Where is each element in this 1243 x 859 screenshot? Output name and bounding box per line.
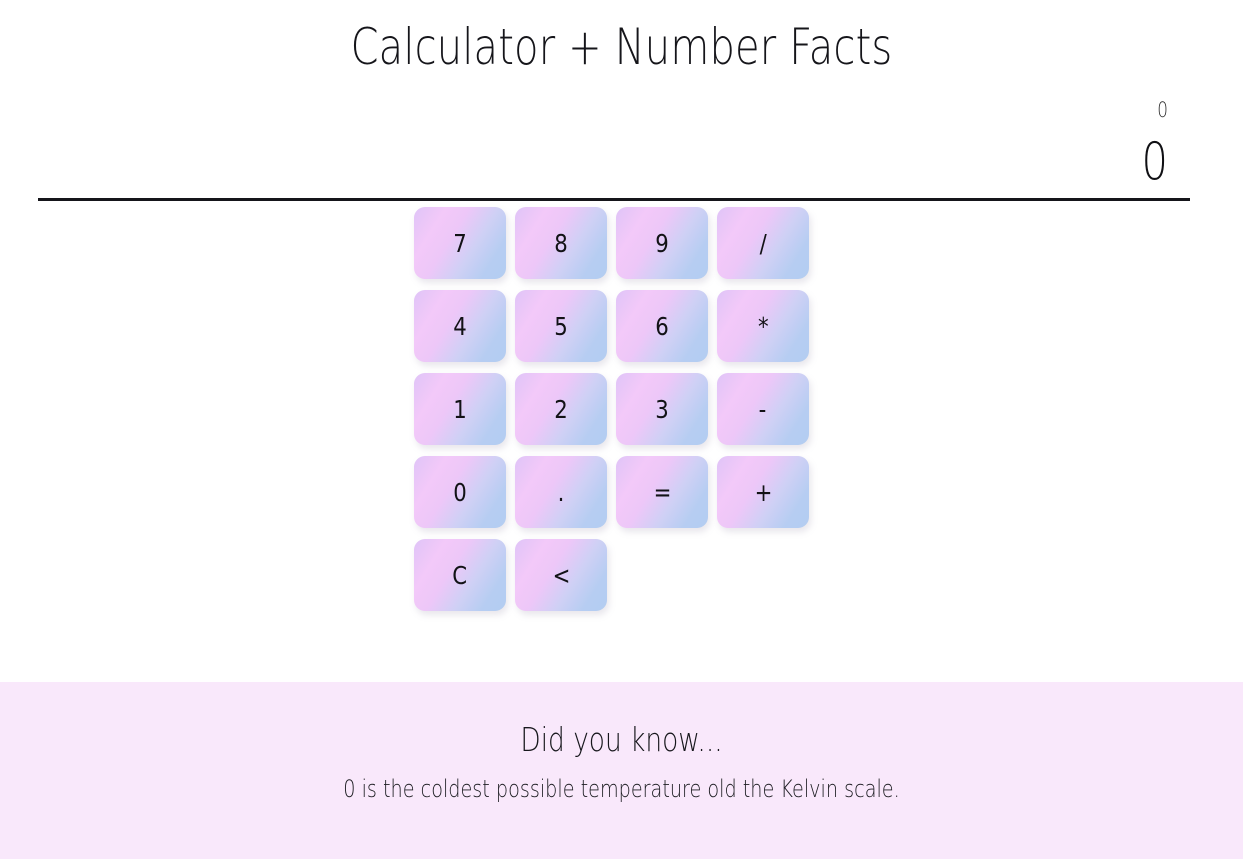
- key-label: 4: [453, 311, 467, 341]
- key-label: 6: [655, 311, 669, 341]
- fact-text: 0 is the coldest possible temperature ol…: [343, 774, 900, 803]
- number-fact-panel: Did you know... 0 is the coldest possibl…: [0, 682, 1243, 859]
- key-equals[interactable]: =: [616, 456, 708, 528]
- key-label: /: [759, 228, 767, 258]
- key-label: 2: [554, 394, 568, 424]
- calculator-keypad: 7 8 9 / 4 5 6 * 1 2 3 - 0. = + C <: [414, 207, 816, 611]
- key-digit[interactable]: 4: [414, 290, 506, 362]
- key-digit[interactable]: 9: [616, 207, 708, 279]
- key-label: +: [754, 477, 772, 507]
- key-label: 1: [453, 394, 467, 424]
- key-digit[interactable]: 7: [414, 207, 506, 279]
- key-digit[interactable]: 1: [414, 373, 506, 445]
- key-label: 7: [453, 228, 467, 258]
- key-backspace[interactable]: <: [515, 539, 607, 611]
- key-label: -: [759, 394, 767, 424]
- key-digit[interactable]: 8: [515, 207, 607, 279]
- key-digit[interactable]: 0: [414, 456, 506, 528]
- key-digit[interactable]: 2: [515, 373, 607, 445]
- key-digit[interactable]: 5: [515, 290, 607, 362]
- key-label: 9: [655, 228, 669, 258]
- page-title: Calculator + Number Facts: [350, 18, 893, 76]
- key-label: C: [452, 560, 468, 590]
- key-label: =: [653, 477, 671, 507]
- key-operator-subtract[interactable]: -: [717, 373, 809, 445]
- calculator-display: 0 0: [0, 88, 1190, 192]
- display-history-value: 0: [1157, 98, 1168, 122]
- display-divider: [38, 198, 1190, 201]
- key-label: 8: [554, 228, 568, 258]
- key-operator-divide[interactable]: /: [717, 207, 809, 279]
- key-clear[interactable]: C: [414, 539, 506, 611]
- key-label: 0: [453, 477, 467, 507]
- keypad-empty-cell: [616, 539, 708, 611]
- keypad-empty-cell: [717, 539, 809, 611]
- key-operator-add[interactable]: +: [717, 456, 809, 528]
- key-decimal-point[interactable]: .: [515, 456, 607, 528]
- key-label: 5: [554, 311, 568, 341]
- fact-heading: Did you know...: [520, 720, 723, 759]
- key-label: *: [757, 311, 769, 341]
- key-label: <: [552, 560, 570, 590]
- key-digit[interactable]: 3: [616, 373, 708, 445]
- key-label: 3: [655, 394, 669, 424]
- display-current-value: 0: [1141, 132, 1168, 192]
- key-operator-multiply[interactable]: *: [717, 290, 809, 362]
- key-digit[interactable]: 6: [616, 290, 708, 362]
- key-label: .: [557, 477, 565, 507]
